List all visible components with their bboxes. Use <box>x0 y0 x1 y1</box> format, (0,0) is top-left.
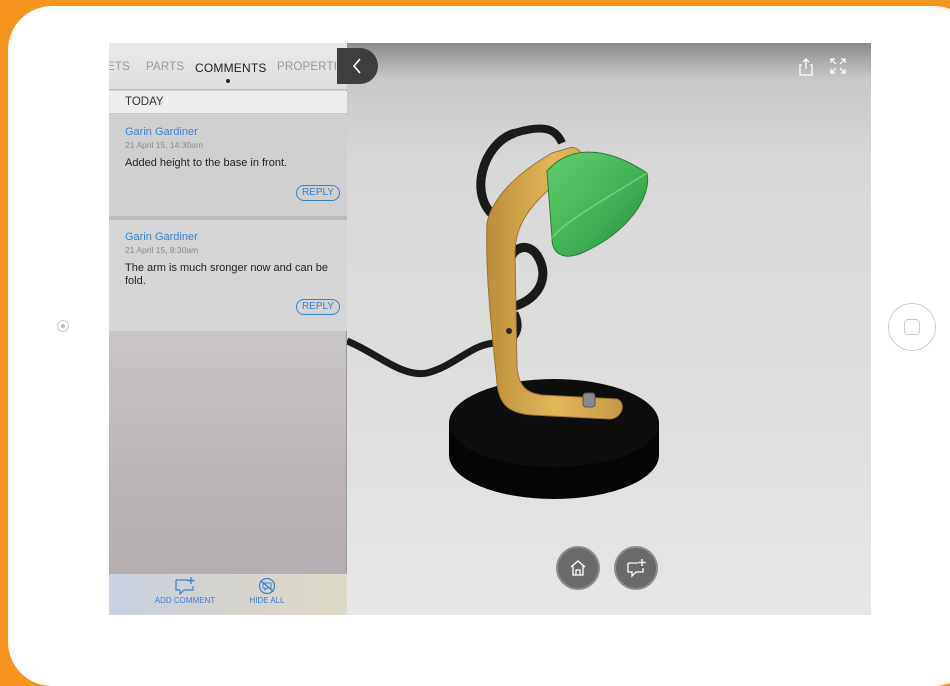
camera-icon <box>57 320 69 332</box>
add-comment-button[interactable]: ADD COMMENT <box>153 577 217 605</box>
add-comment-icon <box>627 559 646 578</box>
comment-item: Garin Gardiner 21 April 15, 14:30am Adde… <box>109 115 347 216</box>
add-comment-label: ADD COMMENT <box>154 596 216 605</box>
comment-text: The arm is much sronger now and can be f… <box>125 262 328 287</box>
hide-all-icon <box>258 577 276 595</box>
share-button[interactable] <box>797 57 815 82</box>
comment-date: 21 April 15, 8:30am <box>125 245 199 255</box>
add-comment-view-button[interactable] <box>614 546 658 590</box>
section-header-label: TODAY <box>125 96 164 108</box>
add-comment-icon <box>175 577 195 595</box>
fullscreen-icon <box>830 58 846 74</box>
comment-item: Garin Gardiner 21 April 15, 8:30am The a… <box>109 220 347 331</box>
device-home-button[interactable] <box>888 303 936 351</box>
reply-button[interactable]: REPLY <box>295 185 340 201</box>
reply-button[interactable]: REPLY <box>295 299 340 315</box>
lamp-model[interactable] <box>347 103 871 523</box>
comment-author[interactable]: Garin Gardiner <box>125 126 198 138</box>
comments-panel: ETS PARTS COMMENTS PROPERTIES TODAY Gari… <box>109 43 347 615</box>
share-icon <box>799 58 813 76</box>
collapse-panel-button[interactable] <box>337 48 378 84</box>
section-header: TODAY <box>109 91 347 114</box>
tab-bar: ETS PARTS COMMENTS PROPERTIES <box>109 43 347 90</box>
comment-author[interactable]: Garin Gardiner <box>125 231 198 243</box>
hide-all-button[interactable]: HIDE ALL <box>242 577 292 605</box>
panel-toolbar: ADD COMMENT HIDE ALL <box>109 573 347 615</box>
hide-all-label: HIDE ALL <box>249 596 285 605</box>
chevron-left-icon <box>352 58 361 74</box>
tab-sets[interactable]: ETS <box>109 61 130 73</box>
active-tab-indicator <box>226 79 230 83</box>
home-view-button[interactable] <box>556 546 600 590</box>
comment-date: 21 April 15, 14:30am <box>125 140 203 150</box>
fullscreen-button[interactable] <box>829 57 847 80</box>
app-screen: ETS PARTS COMMENTS PROPERTIES TODAY Gari… <box>109 43 871 615</box>
3d-viewer[interactable] <box>337 43 871 615</box>
home-icon <box>570 560 586 576</box>
tab-parts[interactable]: PARTS <box>146 61 184 73</box>
tab-comments[interactable]: COMMENTS <box>195 61 267 75</box>
comment-text: Added height to the base in front. <box>125 157 288 169</box>
